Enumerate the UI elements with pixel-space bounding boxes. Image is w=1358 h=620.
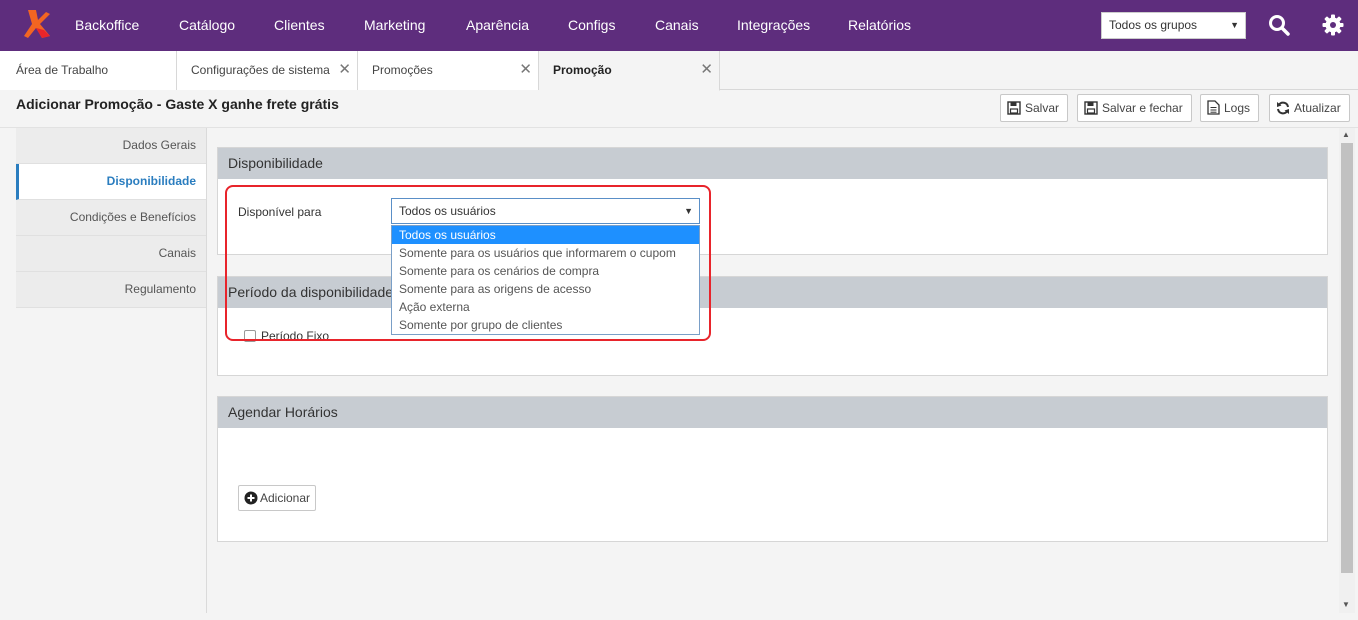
close-icon[interactable]: ✕ bbox=[335, 51, 351, 89]
dropdown-option[interactable]: Somente para os cenários de compra bbox=[392, 262, 699, 280]
availability-heading: Disponibilidade bbox=[218, 148, 1327, 179]
sidebar-item-condicoes-e-beneficios[interactable]: Condições e Benefícios bbox=[16, 200, 206, 236]
dropdown-option[interactable]: Somente por grupo de clientes bbox=[392, 316, 699, 334]
tab-bar: Área de Trabalho Configurações de sistem… bbox=[0, 51, 1358, 91]
sidebar-item-disponibilidade[interactable]: Disponibilidade bbox=[16, 164, 206, 200]
tab-promocoes[interactable]: Promoções ✕ bbox=[358, 51, 539, 90]
logo-icon[interactable] bbox=[22, 8, 52, 42]
fixed-period-label: Período Fixo bbox=[261, 329, 330, 343]
scrollbar-thumb[interactable] bbox=[1341, 143, 1353, 573]
plus-circle-icon bbox=[244, 491, 258, 505]
gear-icon[interactable] bbox=[1321, 13, 1345, 37]
save-and-close-button[interactable]: Salvar e fechar bbox=[1077, 94, 1192, 122]
available-for-value: Todos os usuários bbox=[399, 204, 496, 218]
available-for-label: Disponível para bbox=[238, 205, 322, 219]
dropdown-option[interactable]: Somente para os usuários que informarem … bbox=[392, 244, 699, 262]
sidebar: Dados Gerais Disponibilidade Condições e… bbox=[16, 128, 206, 308]
save-icon bbox=[1084, 101, 1098, 115]
logs-button[interactable]: Logs bbox=[1200, 94, 1260, 122]
nav-relatorios[interactable]: Relatórios bbox=[848, 0, 911, 51]
refresh-icon bbox=[1277, 101, 1289, 115]
close-icon[interactable]: ✕ bbox=[519, 51, 532, 89]
tab-promocao[interactable]: Promoção ✕ bbox=[539, 51, 720, 91]
period-heading: Período da disponibilidade bbox=[218, 277, 1327, 308]
availability-panel: Disponibilidade bbox=[217, 147, 1328, 255]
sidebar-item-canais[interactable]: Canais bbox=[16, 236, 206, 272]
group-select-value: Todos os grupos bbox=[1109, 18, 1198, 32]
nav-clientes[interactable]: Clientes bbox=[274, 0, 325, 51]
schedule-heading: Agendar Horários bbox=[218, 397, 1327, 428]
available-for-dropdown: Todos os usuários Somente para os usuári… bbox=[391, 225, 700, 335]
save-icon bbox=[1007, 101, 1021, 115]
sidebar-item-dados-gerais[interactable]: Dados Gerais bbox=[16, 128, 206, 164]
tab-configuracoes-de-sistema[interactable]: Configurações de sistema ✕ bbox=[177, 51, 358, 90]
sidebar-item-regulamento[interactable]: Regulamento bbox=[16, 272, 206, 308]
scroll-down-icon[interactable]: ▼ bbox=[1342, 600, 1350, 609]
nav-canais[interactable]: Canais bbox=[655, 0, 699, 51]
dropdown-option[interactable]: Ação externa bbox=[392, 298, 699, 316]
nav-integracoes[interactable]: Integrações bbox=[737, 0, 810, 51]
chevron-down-icon: ▼ bbox=[684, 206, 693, 216]
save-button[interactable]: Salvar bbox=[1000, 94, 1069, 122]
top-navigation-bar: Backoffice Catálogo Clientes Marketing A… bbox=[0, 0, 1358, 51]
fixed-period-checkbox[interactable] bbox=[244, 330, 256, 342]
refresh-button[interactable]: Atualizar bbox=[1269, 94, 1350, 122]
tab-area-de-trabalho[interactable]: Área de Trabalho bbox=[0, 51, 177, 90]
period-panel: Período da disponibilidade bbox=[217, 276, 1328, 376]
search-icon[interactable] bbox=[1267, 13, 1291, 37]
dropdown-option[interactable]: Somente para as origens de acesso bbox=[392, 280, 699, 298]
sidebar-divider bbox=[206, 128, 207, 613]
schedule-panel: Agendar Horários bbox=[217, 396, 1328, 542]
group-select[interactable]: Todos os grupos ▼ bbox=[1101, 12, 1246, 39]
nav-configs[interactable]: Configs bbox=[568, 0, 615, 51]
available-for-select[interactable]: Todos os usuários ▼ bbox=[391, 198, 700, 224]
document-icon bbox=[1207, 100, 1220, 115]
add-schedule-button[interactable]: Adicionar bbox=[238, 485, 317, 511]
dropdown-option[interactable]: Todos os usuários bbox=[392, 226, 699, 244]
nav-marketing[interactable]: Marketing bbox=[364, 0, 425, 51]
nav-aparencia[interactable]: Aparência bbox=[466, 0, 529, 51]
close-icon[interactable]: ✕ bbox=[700, 51, 713, 89]
nav-backoffice[interactable]: Backoffice bbox=[75, 0, 139, 51]
page-title: Adicionar Promoção - Gaste X ganhe frete… bbox=[16, 96, 339, 112]
nav-catalogo[interactable]: Catálogo bbox=[179, 0, 235, 51]
chevron-down-icon: ▼ bbox=[1230, 20, 1239, 30]
scroll-up-icon[interactable]: ▲ bbox=[1342, 130, 1350, 139]
